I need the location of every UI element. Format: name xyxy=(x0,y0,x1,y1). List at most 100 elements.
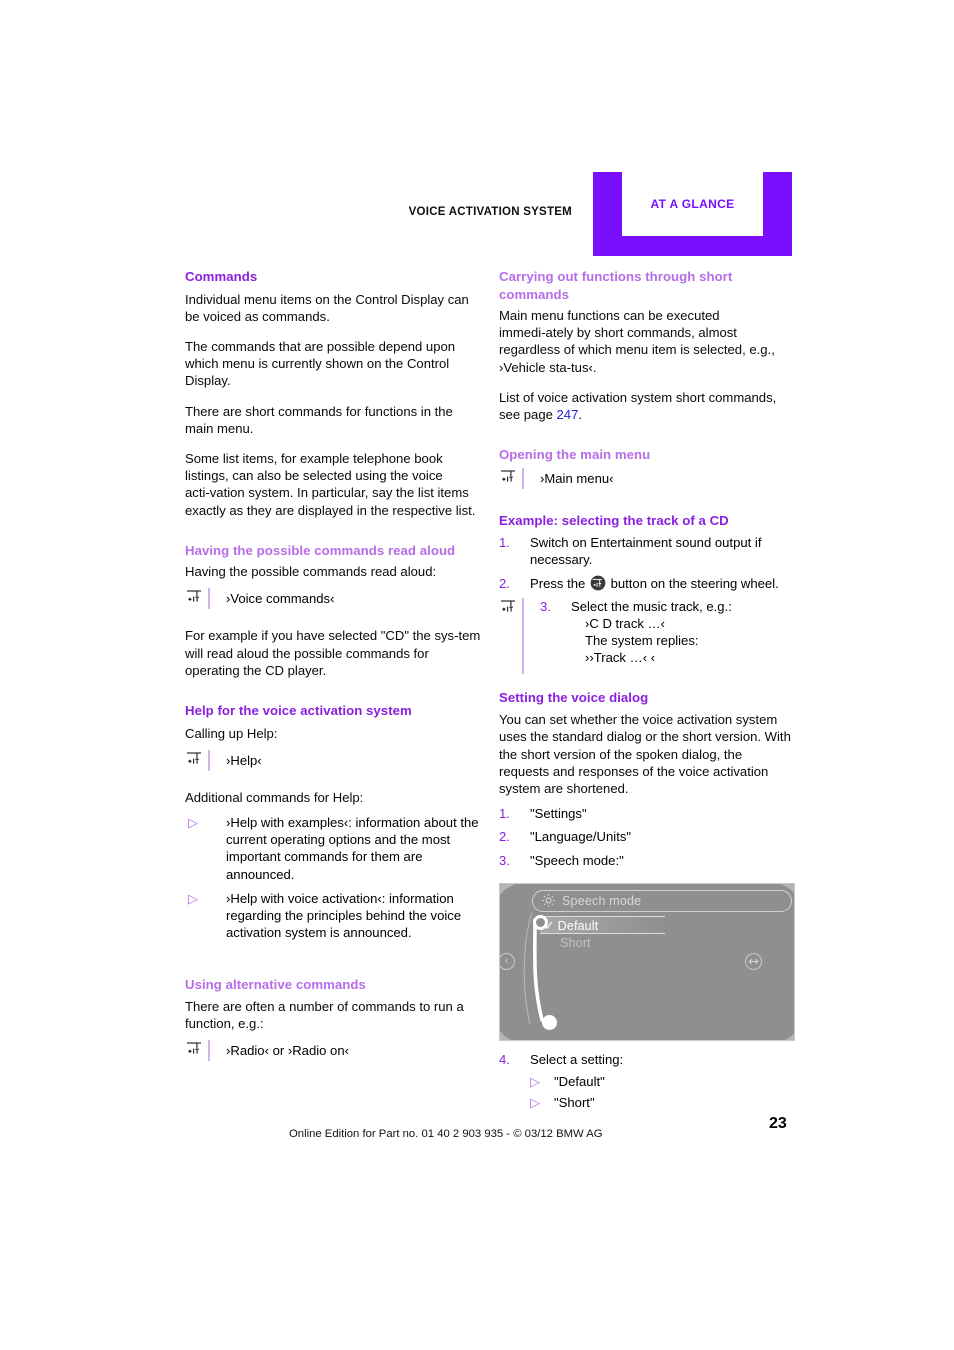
voice-command-text: ›Main menu‹ xyxy=(540,470,614,486)
commands-paragraph-1: Individual menu items on the Control Dis… xyxy=(185,291,469,324)
page-header: VOICE ACTIVATION SYSTEM AT A GLANCE xyxy=(0,172,954,256)
header-section-tab-label: AT A GLANCE xyxy=(650,197,735,211)
list-item: 2. Press the button on the steering whee… xyxy=(499,575,795,592)
commands-paragraph-2: The commands that are possible depend up… xyxy=(185,338,456,389)
step-3-spoken-command: ›C D track …‹ xyxy=(585,616,666,632)
list-item: 3. "Speech mode:" xyxy=(499,852,795,869)
list-item: ▷ ›Help with voice activation‹: informat… xyxy=(185,890,481,942)
heading-alternative-commands: Using alternative commands xyxy=(185,977,366,993)
help-bullet-list: ▷ ›Help with examples‹: information abou… xyxy=(185,814,481,941)
voice-dialog-step-4-options: ▷ "Default" ▷ "Short" xyxy=(530,1073,795,1111)
triangle-bullet-icon: ▷ xyxy=(188,890,198,906)
steering-wheel-speech-button-icon xyxy=(590,575,606,591)
step-text: "Speech mode:" xyxy=(530,852,624,868)
step-text-after: button on the steering wheel. xyxy=(606,575,779,591)
reference-text-before: List of voice activation system short co… xyxy=(499,389,777,423)
voice-dialog-step-4: 4. Select a setting: xyxy=(499,1051,795,1068)
step-text: "Settings" xyxy=(530,806,587,822)
step-number: 1. xyxy=(499,806,510,822)
heading-commands: Commands xyxy=(185,269,258,284)
idrive-option-short-label: Short xyxy=(560,935,591,950)
speak-icon xyxy=(185,588,205,609)
alternative-intro: There are often a number of commands to … xyxy=(185,998,464,1032)
list-item-text: "Default" xyxy=(554,1073,605,1089)
list-item-text: ›Help with examples‹: information about … xyxy=(226,814,479,882)
idrive-option-default-label: Default xyxy=(557,918,599,933)
footer-edition-note: Online Edition for Part no. 01 40 2 903 … xyxy=(289,1128,603,1140)
right-column: Carrying out functions through short com… xyxy=(499,268,795,1124)
voice-command-text: ›Voice commands‹ xyxy=(226,591,335,607)
step-number: 2. xyxy=(499,829,510,845)
voice-command-rule xyxy=(522,467,524,489)
voice-command-rule xyxy=(208,1040,210,1062)
reference-text-after: . xyxy=(578,407,583,423)
voice-command-row-radio: ›Radio‹ or ›Radio on‹ xyxy=(185,1040,481,1062)
list-item[interactable]: ▷ "Default" xyxy=(530,1073,795,1090)
heading-help: Help for the voice activation system xyxy=(185,703,412,719)
gear-icon xyxy=(541,893,556,908)
list-item: ▷ ›Help with examples‹: information abou… xyxy=(185,814,481,883)
read-aloud-intro: Having the possible commands read aloud: xyxy=(185,564,437,580)
step-number: 2. xyxy=(499,575,510,591)
checkmark-icon: ✓ xyxy=(544,918,555,933)
read-aloud-note: For example if you have selected "CD" th… xyxy=(185,628,481,678)
speak-icon xyxy=(185,750,205,771)
heading-example-cd: Example: selecting the track of a CD xyxy=(499,512,729,528)
list-item-text: ›Help with voice activation‹: informatio… xyxy=(226,890,462,941)
step-3-system-replies-label: The system replies: xyxy=(585,633,699,649)
manual-page: VOICE ACTIVATION SYSTEM AT A GLANCE Comm… xyxy=(0,0,954,1350)
voice-command-row-voice-commands: ›Voice commands‹ xyxy=(185,588,481,610)
list-item: 4. Select a setting: xyxy=(499,1051,795,1068)
idrive-option-short[interactable]: Short xyxy=(560,936,591,950)
list-item[interactable]: ▷ "Short" xyxy=(530,1094,795,1111)
list-item: 3. Select the music track, e.g.: ›C D tr… xyxy=(540,598,795,667)
header-chapter-title: VOICE ACTIVATION SYSTEM xyxy=(408,206,572,218)
help-intro: Calling up Help: xyxy=(185,725,278,741)
step-text: Select the music track, e.g.: xyxy=(571,598,732,614)
idrive-option-default[interactable]: ✓ Default xyxy=(544,917,598,935)
speak-icon xyxy=(499,468,519,489)
voice-command-rule xyxy=(208,749,210,771)
expand-arrows-icon[interactable] xyxy=(745,952,762,970)
back-arrow-glyph: ‹ xyxy=(504,955,509,967)
example-cd-step-3-list: 3. Select the music track, e.g.: ›C D tr… xyxy=(540,598,795,667)
triangle-bullet-icon: ▷ xyxy=(188,814,198,830)
speak-icon xyxy=(185,1040,205,1061)
header-section-tab: AT A GLANCE xyxy=(593,172,792,256)
step-number: 4. xyxy=(499,1051,510,1067)
step-number: 3. xyxy=(540,598,551,614)
example-cd-steps: 1. Switch on Entertainment sound output … xyxy=(499,534,795,592)
step-3-system-reply: ››Track …‹ ‹ xyxy=(585,650,656,666)
step-number: 1. xyxy=(499,535,510,551)
step-text-before: Press the xyxy=(530,575,589,591)
idrive-selection-knob-bottom[interactable] xyxy=(542,1014,557,1030)
step-number: 3. xyxy=(499,852,510,868)
voice-command-text: ›Radio‹ or ›Radio on‹ xyxy=(226,1043,349,1059)
idrive-screen-area: Speech mode ✓ Default Short ‹ xyxy=(500,883,794,1040)
commands-paragraph-3: There are short commands for functions i… xyxy=(185,403,453,436)
page-reference-link[interactable]: 247 xyxy=(557,407,579,422)
voice-dialog-paragraph: You can set whether the voice activation… xyxy=(499,712,791,796)
list-item: 2. "Language/Units" xyxy=(499,828,795,845)
triangle-bullet-icon: ▷ xyxy=(530,1095,540,1111)
voice-command-row-help: ›Help‹ xyxy=(185,749,481,772)
heading-short-commands: Carrying out functions through short com… xyxy=(499,269,733,302)
back-arrow-icon[interactable]: ‹ xyxy=(500,952,515,970)
list-item: 1. "Settings" xyxy=(499,805,795,822)
triangle-bullet-icon: ▷ xyxy=(530,1073,540,1089)
voice-command-rule xyxy=(522,597,524,674)
speak-icon xyxy=(499,598,519,619)
voice-command-rule xyxy=(208,588,210,610)
commands-paragraph-4: Some list items, for example telephone b… xyxy=(185,450,476,518)
idrive-screenshot: Speech mode ✓ Default Short ‹ xyxy=(499,882,795,1041)
header-section-tab-inner: AT A GLANCE xyxy=(622,172,763,236)
idrive-title-text: Speech mode xyxy=(562,893,642,908)
page-number: 23 xyxy=(769,1115,787,1132)
